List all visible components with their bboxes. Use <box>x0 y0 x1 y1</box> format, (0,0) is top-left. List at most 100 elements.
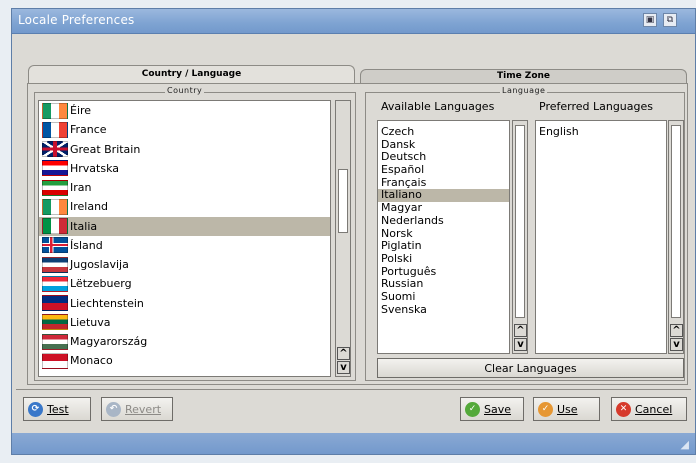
scroll-up-button[interactable]: ^ <box>337 347 350 360</box>
language-group-label: Language <box>500 86 548 95</box>
italy-flag-icon <box>42 218 68 235</box>
checkmark-icon: ✓ <box>465 401 480 417</box>
divider <box>16 389 691 390</box>
country-list-item[interactable]: Iran <box>39 178 330 197</box>
scrollbar-thumb[interactable] <box>671 125 681 318</box>
lithuania-flag-icon <box>42 314 68 331</box>
liechtenstein-flag-icon <box>42 295 68 312</box>
preferred-language-item[interactable]: English <box>536 125 666 139</box>
tab-label: Country / Language <box>141 69 242 79</box>
save-button[interactable]: ✓ Save <box>460 397 524 421</box>
available-languages-list[interactable]: Czech Dansk Deutsch Español Français Italiano… <box>377 120 510 354</box>
country-name: Ísland <box>70 238 103 252</box>
country-list-item[interactable]: Ísland <box>39 236 330 255</box>
language-group: Language Available Languages Preferred L… <box>365 86 685 381</box>
iran-flag-icon <box>42 179 68 196</box>
revert-label: Revert <box>125 402 162 416</box>
resize-grip-icon[interactable]: ◢ <box>681 438 689 451</box>
test-label: Test <box>47 402 69 416</box>
checkmark-icon: ✓ <box>538 401 553 417</box>
scroll-down-button[interactable]: v <box>514 338 527 351</box>
country-name: Monaco <box>70 354 113 368</box>
country-list-item[interactable]: Ireland <box>39 197 330 216</box>
scrollbar-thumb[interactable] <box>338 169 348 233</box>
yugoslavia-flag-icon <box>42 256 68 273</box>
country-list-item[interactable]: Hrvatska <box>39 159 330 178</box>
available-language-item[interactable]: Czech <box>378 125 509 139</box>
country-list-item[interactable]: Liechtenstein <box>39 294 330 313</box>
available-language-item[interactable]: Polski <box>378 252 509 266</box>
available-language-item[interactable]: Piglatin <box>378 239 509 253</box>
country-name: Iran <box>70 181 92 195</box>
uk-flag-icon <box>42 141 68 158</box>
scroll-down-button[interactable]: v <box>337 361 350 374</box>
available-language-item[interactable]: Nederlands <box>378 214 509 228</box>
country-name: Lëtzebuerg <box>70 277 132 291</box>
country-list-item[interactable]: Lietuva <box>39 313 330 332</box>
hungary-flag-icon <box>42 333 68 350</box>
scroll-down-button[interactable]: v <box>670 338 683 351</box>
clear-languages-label: Clear Languages <box>484 361 577 375</box>
ireland-flag-icon <box>42 198 68 215</box>
restore-icon[interactable]: ⧉ <box>663 13 677 27</box>
tab-panel: Country Éire France Great Britain Hrvatska I… <box>27 83 688 385</box>
maximize-icon[interactable]: ▣ <box>643 13 657 27</box>
country-name: Lietuva <box>70 315 111 329</box>
france-flag-icon <box>42 121 68 138</box>
locale-preferences-window: Locale Preferences ▣ ⧉ Country / Languag… <box>11 8 696 455</box>
croatia-flag-icon <box>42 160 68 177</box>
country-group-label: Country <box>165 86 205 95</box>
cancel-icon: ✕ <box>616 401 631 417</box>
save-label: Save <box>484 402 512 416</box>
revert-button[interactable]: ↶ Revert <box>101 397 173 421</box>
available-language-item[interactable]: Español <box>378 163 509 177</box>
status-bar: ◢ <box>12 433 695 454</box>
preferred-languages-list[interactable]: English <box>535 120 667 354</box>
country-list-item[interactable]: Great Britain <box>39 140 330 159</box>
iceland-flag-icon <box>42 237 68 254</box>
country-list-item[interactable]: Italia <box>39 216 330 236</box>
available-scrollbar[interactable]: ^ v <box>512 120 528 354</box>
tab-time-zone[interactable]: Time Zone <box>360 69 687 83</box>
preferred-scrollbar[interactable]: ^ v <box>668 120 684 354</box>
use-button[interactable]: ✓ Use <box>533 397 600 421</box>
available-language-item[interactable]: Suomi <box>378 290 509 304</box>
revert-icon: ↶ <box>106 401 121 417</box>
country-name: Great Britain <box>70 142 141 156</box>
country-name: Hrvatska <box>70 161 120 175</box>
monaco-flag-icon <box>42 352 68 369</box>
country-list-item[interactable]: Éire <box>39 101 330 120</box>
country-name: Jugoslavija <box>70 258 129 272</box>
country-list-item[interactable]: Jugoslavija <box>39 255 330 274</box>
scroll-up-button[interactable]: ^ <box>670 324 683 337</box>
tab-country-language[interactable]: Country / Language <box>28 65 355 83</box>
available-language-item[interactable]: Magyar <box>378 201 509 215</box>
available-languages-heading: Available Languages <box>381 100 495 113</box>
country-name: Italia <box>70 219 98 233</box>
country-name: Ireland <box>70 200 109 214</box>
tab-label: Time Zone <box>496 71 551 81</box>
use-label: Use <box>557 402 578 416</box>
country-list-item[interactable]: Magyarország <box>39 332 330 351</box>
country-list-item[interactable]: Lëtzebuerg <box>39 274 330 293</box>
test-icon: ⟳ <box>28 401 43 417</box>
cancel-button[interactable]: ✕ Cancel <box>611 397 687 421</box>
country-name: Liechtenstein <box>70 296 144 310</box>
test-button[interactable]: ⟳ Test <box>23 397 91 421</box>
country-list-item[interactable]: Monaco <box>39 351 330 370</box>
window-title: Locale Preferences <box>18 13 135 27</box>
country-name: France <box>70 123 107 137</box>
country-scrollbar[interactable]: ^ v <box>335 100 351 377</box>
country-list[interactable]: Éire France Great Britain Hrvatska Iran Irela… <box>38 100 331 377</box>
title-bar[interactable]: Locale Preferences ▣ ⧉ <box>12 9 695 34</box>
cancel-label: Cancel <box>635 402 673 416</box>
country-group: Country Éire France Great Britain Hrvatska I… <box>34 86 356 381</box>
clear-languages-button[interactable]: Clear Languages <box>377 358 684 378</box>
country-name: Magyarország <box>70 335 148 349</box>
scroll-up-button[interactable]: ^ <box>514 324 527 337</box>
scrollbar-thumb[interactable] <box>515 125 525 318</box>
country-name: Éire <box>70 104 92 118</box>
country-list-item[interactable]: France <box>39 120 330 139</box>
available-language-item[interactable]: Svenska <box>378 303 509 317</box>
ireland-flag-icon <box>42 102 68 119</box>
